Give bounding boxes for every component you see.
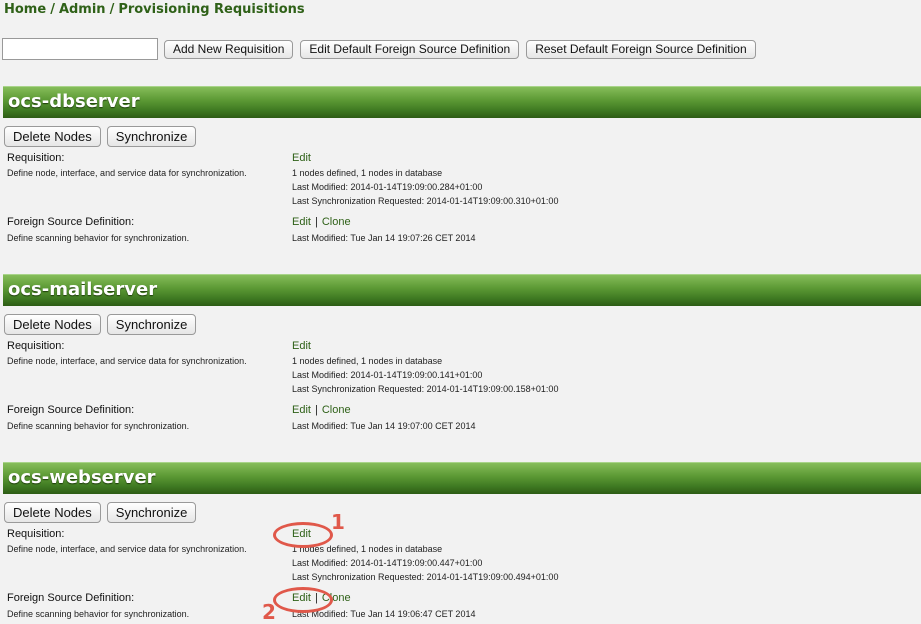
synchronize-button[interactable]: Synchronize <box>106 314 197 335</box>
reset-default-fs-button[interactable]: Reset Default Foreign Source Definition <box>526 39 756 59</box>
synchronize-button[interactable]: Synchronize <box>106 126 197 147</box>
foreign-source-description: Define scanning behavior for synchroniza… <box>7 609 190 619</box>
foreign-source-last-modified: Last Modified: Tue Jan 14 19:07:26 CET 2… <box>292 233 476 243</box>
edit-default-fs-button[interactable]: Edit Default Foreign Source Definition <box>300 39 520 59</box>
requisition-last-modified: Last Modified: 2014-01-14T19:09:00.141+0… <box>292 370 483 380</box>
annotation-number-1: 1 <box>331 510 345 534</box>
toolbar: Add New Requisition Edit Default Foreign… <box>2 38 763 60</box>
breadcrumb-separator: / <box>50 2 55 17</box>
requisition-last-sync: Last Synchronization Requested: 2014-01-… <box>292 384 559 394</box>
breadcrumb-home[interactable]: Home <box>4 2 46 17</box>
breadcrumb-separator: / <box>109 2 115 17</box>
requisition-name: ocs-webserver <box>8 467 156 488</box>
new-requisition-name-input[interactable] <box>2 38 158 60</box>
requisition-header: ocs-mailserver <box>3 274 921 306</box>
foreign-source-links: Edit | Clone <box>292 404 351 416</box>
requisition-label: Requisition: <box>7 152 65 164</box>
annotation-ellipse-2 <box>273 587 333 613</box>
add-requisition-button[interactable]: Add New Requisition <box>164 39 294 59</box>
requisition-description: Define node, interface, and service data… <box>7 168 247 178</box>
requisition-node-count: 1 nodes defined, 1 nodes in database <box>292 356 443 366</box>
requisition-header: ocs-dbserver <box>3 86 921 118</box>
foreign-source-label: Foreign Source Definition: <box>7 404 135 416</box>
requisition-last-modified: Last Modified: 2014-01-14T19:09:00.447+0… <box>292 558 483 568</box>
requisition-name: ocs-dbserver <box>8 91 140 112</box>
annotation-number-2: 2 <box>262 600 276 624</box>
foreign-source-clone-link[interactable]: Clone <box>322 404 351 416</box>
requisition-actions: Delete Nodes Synchronize <box>4 502 202 523</box>
requisition-header: ocs-webserver <box>3 462 921 494</box>
breadcrumb: Home / Admin / Provisioning Requisitions <box>4 2 305 17</box>
foreign-source-description: Define scanning behavior for synchroniza… <box>7 233 190 243</box>
requisition-last-sync: Last Synchronization Requested: 2014-01-… <box>292 196 559 206</box>
requisition-edit-link-wrap: Edit <box>292 340 311 352</box>
foreign-source-label: Foreign Source Definition: <box>7 216 135 228</box>
link-separator: | <box>314 404 318 416</box>
synchronize-button[interactable]: Synchronize <box>106 502 197 523</box>
requisition-label: Requisition: <box>7 528 65 540</box>
requisition-label: Requisition: <box>7 340 65 352</box>
delete-nodes-button[interactable]: Delete Nodes <box>4 314 101 335</box>
delete-nodes-button[interactable]: Delete Nodes <box>4 502 101 523</box>
breadcrumb-admin[interactable]: Admin <box>59 2 106 17</box>
link-separator: | <box>314 216 318 228</box>
foreign-source-edit-link[interactable]: Edit <box>292 404 311 416</box>
requisition-edit-link-wrap: Edit <box>292 152 311 164</box>
foreign-source-label: Foreign Source Definition: <box>7 592 135 604</box>
requisition-description: Define node, interface, and service data… <box>7 356 247 366</box>
foreign-source-clone-link[interactable]: Clone <box>322 216 351 228</box>
requisition-edit-link[interactable]: Edit <box>292 152 311 164</box>
page-title: Provisioning Requisitions <box>118 2 305 17</box>
requisition-name: ocs-mailserver <box>8 279 158 300</box>
requisition-actions: Delete Nodes Synchronize <box>4 126 202 147</box>
foreign-source-description: Define scanning behavior for synchroniza… <box>7 421 190 431</box>
requisition-node-count: 1 nodes defined, 1 nodes in database <box>292 168 443 178</box>
foreign-source-links: Edit | Clone <box>292 216 351 228</box>
annotation-ellipse-1 <box>273 522 333 548</box>
requisition-edit-link[interactable]: Edit <box>292 340 311 352</box>
requisition-description: Define node, interface, and service data… <box>7 544 247 554</box>
foreign-source-last-modified: Last Modified: Tue Jan 14 19:07:00 CET 2… <box>292 421 476 431</box>
requisition-actions: Delete Nodes Synchronize <box>4 314 202 335</box>
delete-nodes-button[interactable]: Delete Nodes <box>4 126 101 147</box>
requisition-last-modified: Last Modified: 2014-01-14T19:09:00.284+0… <box>292 182 483 192</box>
foreign-source-edit-link[interactable]: Edit <box>292 216 311 228</box>
requisition-last-sync: Last Synchronization Requested: 2014-01-… <box>292 572 559 582</box>
